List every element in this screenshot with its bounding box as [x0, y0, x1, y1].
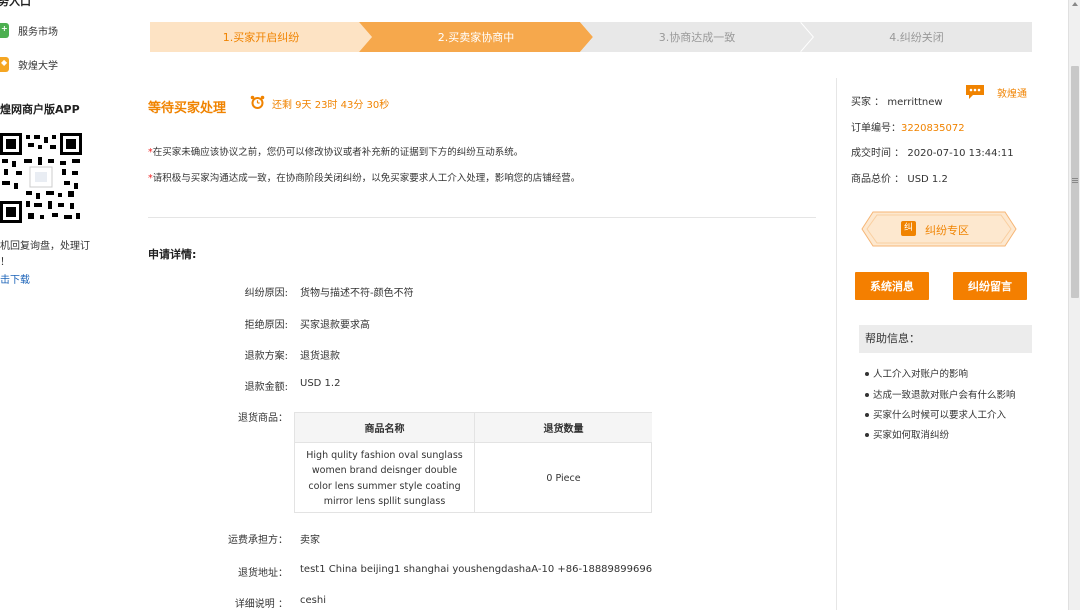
table-header-product: 商品名称: [295, 413, 474, 443]
order-number: 订单编号：3220835072: [851, 119, 965, 134]
buyer-label: 买家 ：: [851, 97, 885, 108]
status-title: 等待买家处理: [148, 101, 227, 116]
table-cell-qty: 0 Piece: [546, 472, 581, 484]
table-header-qty: 退货数量: [475, 413, 652, 443]
scrollbar-thumb[interactable]: [1071, 66, 1079, 298]
left-sidebar: 务入口 + 服务市场 ◆ 敦煌大学 煌网商户版APP 机回复询盘，处理订 ！ 击…: [0, 0, 110, 610]
field-value-refuse-reason: 买家退款要求高: [300, 320, 370, 331]
dh-university-icon: ◆: [0, 57, 9, 72]
order-number-link[interactable]: 3220835072: [901, 123, 965, 134]
dispute-icon: 纠: [901, 221, 916, 236]
dispute-progress-steps: 1.买家开启纠纷 2.买卖家协商中 3.协商达成一致 4.纠纷关闭: [150, 22, 1032, 52]
deal-time-label: 成交时间 ：: [851, 148, 905, 159]
order-number-label: 订单编号：: [851, 123, 901, 134]
field-label-refund-amount: 退款金额:: [244, 382, 288, 393]
field-label-return-goods: 退货商品：: [238, 413, 288, 424]
qr-code-icon: [0, 133, 82, 223]
section-title: 申请详情:: [148, 248, 197, 261]
deal-time: 成交时间 ： 2020-07-10 13:44:11: [851, 144, 1014, 159]
field-label-refuse-reason: 拒绝原因:: [244, 320, 288, 331]
dispute-zone-button[interactable]: 纠 纠纷专区: [861, 211, 1017, 247]
field-label-description: 详细说明 ：: [234, 599, 288, 610]
help-link-agreement-refund[interactable]: 达成一致退款对账户会有什么影响: [865, 387, 1016, 401]
vertical-scrollbar[interactable]: [1068, 0, 1080, 610]
scrollbar-grip-icon: [1072, 178, 1078, 179]
buyer-name: merrittnew: [887, 97, 943, 108]
app-title: 煌网商户版APP: [0, 103, 80, 116]
sidebar-item-service-market[interactable]: + 服务市场: [0, 23, 58, 38]
sidebar-item-label: 服务市场: [18, 27, 58, 38]
total-price: 商品总价 ： USD 1.2: [851, 170, 948, 185]
dispute-message-button[interactable]: 纠纷留言: [953, 272, 1027, 300]
scroll-up-arrow-icon[interactable]: [1072, 2, 1078, 6]
countdown-timer: 还剩 9天 23时 43分 30秒: [272, 100, 390, 111]
field-label-dispute-reason: 纠纷原因:: [244, 288, 288, 299]
buyer-info: 买家 ： merrittnew: [851, 93, 943, 108]
field-label-refund-plan: 退款方案:: [244, 351, 288, 362]
chat-link[interactable]: 敦煌通: [997, 85, 1027, 100]
notice-2: *请积极与买家沟通达成一致，在协商阶段关闭纠纷，以免买家要求人工介入处理，影响您…: [148, 170, 580, 184]
app-note-2: ！: [0, 257, 10, 268]
sidebar-header: 务入口: [0, 0, 31, 8]
system-message-button[interactable]: 系统消息: [855, 272, 929, 300]
step-agreement: 3.协商达成一致: [580, 22, 814, 52]
step-negotiating: 2.买卖家协商中: [359, 22, 593, 52]
help-link-cancel-dispute[interactable]: 买家如何取消纠纷: [865, 427, 949, 441]
field-value-dispute-reason: 货物与描述不符-颜色不符: [300, 288, 414, 299]
help-link-manual-intervention[interactable]: 人工介入对账户的影响: [865, 366, 968, 380]
field-value-return-address: test1 China beijing1 shanghai youshengda…: [300, 564, 653, 575]
chat-bubble-icon[interactable]: [965, 84, 987, 100]
field-value-refund-amount: USD 1.2: [300, 378, 341, 389]
deal-time-value: 2020-07-10 13:44:11: [907, 148, 1014, 159]
field-value-refund-plan: 退货退款: [300, 351, 340, 362]
help-link-when-intervene[interactable]: 买家什么时候可以要求人工介入: [865, 407, 1006, 421]
total-price-value: USD 1.2: [907, 174, 948, 185]
help-title: 帮助信息：: [859, 325, 1032, 353]
download-link[interactable]: 击下载: [0, 271, 30, 286]
field-label-return-address: 退货地址：: [238, 568, 288, 579]
step-open-dispute: 1.买家开启纠纷: [150, 22, 372, 52]
sidebar-item-label: 敦煌大学: [18, 61, 58, 72]
app-note: 机回复询盘，处理订: [0, 241, 90, 252]
return-goods-table: 商品名称 退货数量 High qulity fashion oval sungl…: [294, 412, 652, 513]
order-info-panel: 买家 ： merrittnew 敦煌通 订单编号：3220835072 成交时间…: [836, 78, 1036, 610]
field-label-shipping-payer: 运费承担方：: [228, 535, 288, 546]
notice-text: 请积极与买家沟通达成一致，在协商阶段关闭纠纷，以免买家要求人工介入处理，影响您的…: [152, 173, 581, 184]
notice-text: 在买家未确应该协议之前，您仍可以修改协议或者补充新的证据到下方的纠纷互动系统。: [152, 147, 524, 158]
field-value-shipping-payer: 卖家: [300, 535, 320, 546]
step-label: 1.买家开启纠纷: [222, 31, 300, 44]
divider: [148, 217, 816, 218]
field-value-description: ceshi: [300, 595, 326, 606]
table-cell-product-name: High qulity fashion oval sunglass women …: [306, 449, 463, 508]
step-closed: 4.纠纷关闭: [801, 22, 1032, 52]
notice-1: *在买家未确应该协议之前，您仍可以修改协议或者补充新的证据到下方的纠纷互动系统。: [148, 144, 523, 158]
alarm-clock-icon: [250, 95, 265, 109]
step-label: 4.纠纷关闭: [889, 31, 944, 44]
service-market-icon: +: [0, 23, 9, 38]
total-price-label: 商品总价 ：: [851, 174, 905, 185]
dispute-zone-label: 纠纷专区: [925, 224, 969, 237]
sidebar-item-dh-university[interactable]: ◆ 敦煌大学: [0, 57, 58, 72]
step-label: 3.协商达成一致: [658, 31, 736, 44]
step-label: 2.买卖家协商中: [437, 31, 515, 44]
